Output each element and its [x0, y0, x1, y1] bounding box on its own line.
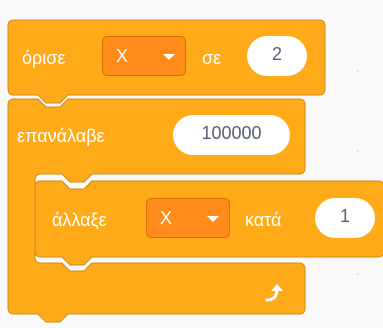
code-workspace[interactable]: όρισε X σε 2 επανάλαβε 100000 άλλαξε X κ…	[0, 0, 383, 328]
chevron-down-icon	[163, 54, 175, 60]
change-value-input[interactable]: 1	[315, 198, 375, 238]
change-variable-dropdown[interactable]: X	[146, 198, 230, 238]
chevron-down-icon	[207, 216, 219, 222]
set-variable-dropdown[interactable]: X	[102, 36, 186, 76]
set-variable-value: X	[116, 46, 129, 66]
set-block-label: όρισε	[22, 48, 66, 68]
set-block-preposition: σε	[202, 48, 222, 68]
repeat-block-label: επανάλαβε	[17, 126, 105, 146]
loop-arrow-icon	[265, 284, 283, 302]
change-block-label: άλλαξε	[52, 210, 107, 230]
repeat-times-input[interactable]: 100000	[173, 115, 290, 155]
change-block-preposition: κατά	[245, 210, 282, 230]
change-variable-value: X	[160, 208, 173, 228]
set-value-input[interactable]: 2	[247, 36, 307, 76]
